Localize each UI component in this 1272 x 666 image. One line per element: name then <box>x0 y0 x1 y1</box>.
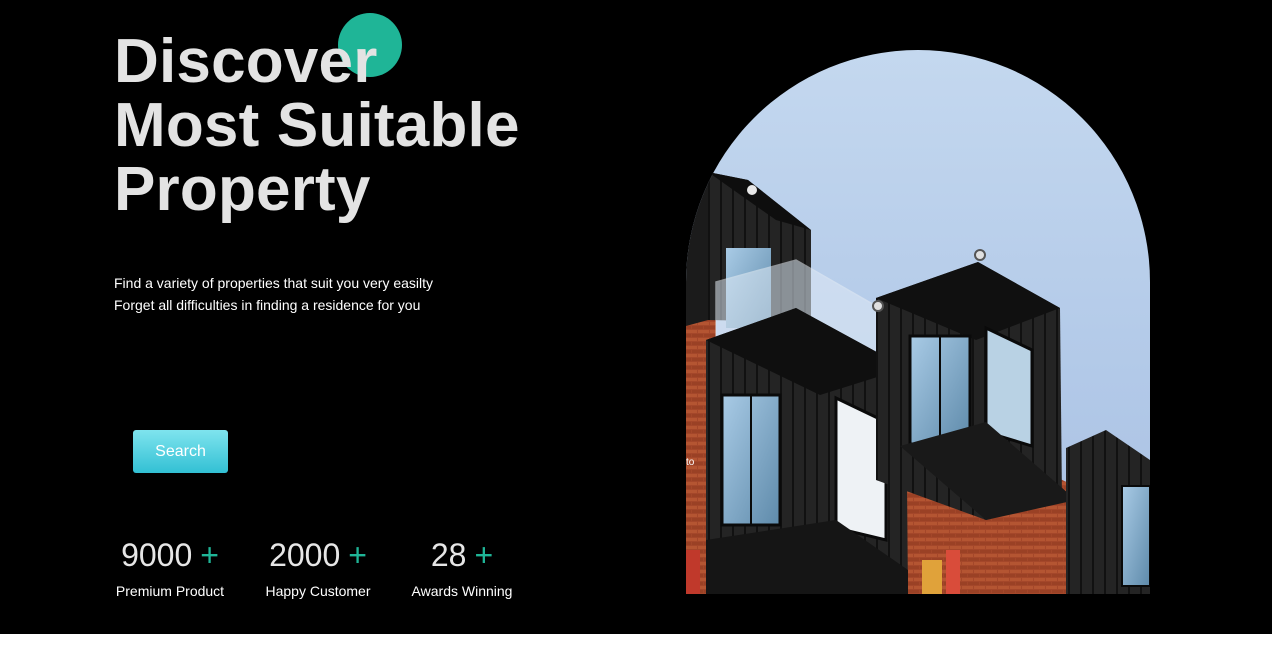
hero-title-line-2: Most Suitable <box>114 91 520 160</box>
stat-value-container: 28 + <box>410 536 514 574</box>
stat-premium-product: 9000 + Premium Product <box>114 536 226 601</box>
hero-title-line-3: Property <box>114 155 371 224</box>
stat-label: Premium Product <box>115 583 225 599</box>
hero-subtitle-line-2: Forget all difficulties in finding a res… <box>114 297 421 313</box>
stat-awards-winning: 28 + Awards Winning <box>410 536 514 601</box>
search-button[interactable]: Search <box>133 430 228 473</box>
hero-subtitle: Find a variety of properties that suit y… <box>114 272 433 316</box>
stat-label: Happy Customer <box>265 583 371 599</box>
stat-plus-icon: + <box>474 537 494 573</box>
stat-value: 28 <box>430 537 467 573</box>
stat-value: 9000 <box>121 537 193 573</box>
hero-title: Discover Most Suitable Property <box>114 30 520 222</box>
stat-value-container: 9000 + <box>114 536 226 574</box>
hero-title-line-1: Discover <box>114 27 378 96</box>
stat-happy-customer: 2000 + Happy Customer <box>263 536 373 601</box>
image-overlay-text: to <box>686 457 695 468</box>
stat-plus-icon: + <box>348 537 367 573</box>
hero-subtitle-line-1: Find a variety of properties that suit y… <box>114 275 434 291</box>
stat-label: Awards Winning <box>411 583 513 599</box>
stat-plus-icon: + <box>200 537 219 573</box>
building-illustration <box>686 50 1150 594</box>
stat-value: 2000 <box>269 537 341 573</box>
stat-value-container: 2000 + <box>263 536 373 574</box>
hero-section: Discover Most Suitable Property Find a v… <box>0 0 1272 634</box>
property-image-arch <box>686 50 1150 594</box>
